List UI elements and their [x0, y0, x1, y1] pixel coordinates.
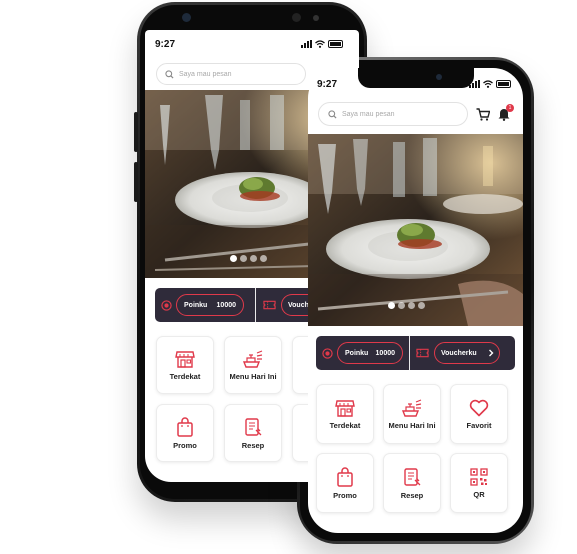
carousel-dot[interactable]: [418, 302, 425, 309]
search-icon: [328, 109, 337, 119]
carousel-dots: [388, 302, 425, 309]
carousel-dot[interactable]: [260, 255, 267, 262]
store-icon: [175, 350, 195, 368]
notification-badge: 1: [506, 104, 514, 112]
poin-target-icon: [161, 299, 172, 311]
menu-card-menu-hari-ini[interactable]: Menu Hari Ini: [383, 384, 441, 444]
recipe-icon: [245, 417, 262, 436]
status-icons: [469, 80, 511, 88]
recipe-icon: [404, 467, 421, 486]
voucher-pill[interactable]: Voucherku: [434, 342, 500, 364]
cart-icon[interactable]: [476, 108, 490, 121]
menu-card-label: Promo: [173, 440, 197, 450]
store-icon: [335, 399, 355, 417]
poin-value: 10000: [216, 301, 236, 309]
wallet-divider: [255, 288, 256, 322]
poin-label: Poinku: [184, 301, 208, 309]
menu-card-qr[interactable]: QR: [450, 453, 508, 513]
voucher-ticket-icon: [416, 348, 429, 358]
front-phone-notch: [358, 68, 474, 88]
menu-card-label: Promo: [333, 490, 357, 500]
menu-card-favorit[interactable]: Favorit: [450, 384, 508, 444]
shopping-bag-icon: [177, 416, 193, 437]
front-phone: 9:27 1: [297, 57, 534, 544]
back-phone-front-camera: [182, 13, 191, 22]
voucher-label: Voucherku: [441, 349, 477, 357]
carousel-dot[interactable]: [398, 302, 405, 309]
menu-card-promo[interactable]: Promo: [156, 404, 214, 462]
search-bar[interactable]: [156, 63, 306, 85]
carousel-dot[interactable]: [388, 302, 395, 309]
menu-card-label: QR: [473, 489, 485, 499]
front-phone-camera: [436, 74, 442, 80]
status-time: 9:27: [155, 39, 176, 50]
front-phone-screen: 9:27 1: [308, 68, 523, 533]
menu-card-label: Menu Hari Ini: [229, 371, 277, 381]
hero-food-image: [308, 134, 523, 326]
poin-pill[interactable]: Poinku 10000: [176, 294, 244, 316]
back-phone-side-button: [134, 112, 138, 152]
menu-card-resep[interactable]: Resep: [224, 404, 282, 462]
back-phone-speaker-sensor: [292, 13, 301, 22]
search-bar[interactable]: [318, 102, 468, 126]
carousel-dot[interactable]: [250, 255, 257, 262]
wallet-divider: [409, 336, 410, 370]
heart-icon: [469, 399, 489, 416]
menu-card-resep[interactable]: Resep: [383, 453, 441, 513]
hero-carousel[interactable]: [308, 134, 523, 326]
poin-target-icon: [322, 347, 333, 359]
search-input[interactable]: [342, 110, 467, 118]
chevron-right-icon: [489, 349, 494, 357]
wifi-icon: [483, 80, 493, 88]
shopping-bag-icon: [337, 466, 353, 487]
menu-card-menu-hari-ini[interactable]: Menu Hari Ini: [224, 336, 282, 394]
signal-icon: [301, 40, 312, 48]
menu-card-label: Terdekat: [169, 371, 201, 381]
wallet-bar: Poinku 10000 Voucherku: [316, 336, 515, 370]
battery-icon: [328, 40, 343, 48]
qr-code-icon: [470, 467, 488, 486]
status-time: 9:27: [317, 79, 338, 90]
carousel-dot[interactable]: [408, 302, 415, 309]
search-icon: [165, 69, 174, 79]
carousel-dot[interactable]: [240, 255, 247, 262]
poin-pill[interactable]: Poinku 10000: [337, 342, 403, 364]
menu-card-terdekat[interactable]: Terdekat: [316, 384, 374, 444]
wifi-icon: [315, 40, 325, 48]
status-icons: [301, 40, 343, 48]
menu-card-label: Favorit: [466, 420, 492, 430]
menu-grid: Terdekat Menu Hari Ini Favorit Promo Res…: [316, 384, 508, 513]
poin-value: 10000: [375, 349, 395, 357]
menu-card-promo[interactable]: Promo: [316, 453, 374, 513]
menu-card-label: Menu Hari Ini: [388, 420, 436, 430]
voucher-label: Vouch: [288, 301, 309, 309]
menu-card-label: Resep: [400, 490, 424, 500]
voucher-ticket-icon: [263, 300, 276, 310]
back-phone-side-button-2: [134, 162, 138, 202]
carousel-dots: [230, 255, 267, 262]
menu-today-icon: [243, 349, 263, 368]
search-input[interactable]: [179, 70, 305, 78]
menu-card-label: Resep: [241, 440, 265, 450]
menu-today-icon: [402, 398, 422, 417]
menu-card-label: Terdekat: [329, 420, 361, 430]
back-phone-proximity-sensor: [313, 15, 319, 21]
carousel-dot[interactable]: [230, 255, 237, 262]
battery-icon: [496, 80, 511, 88]
menu-card-terdekat[interactable]: Terdekat: [156, 336, 214, 394]
poin-label: Poinku: [345, 349, 369, 357]
